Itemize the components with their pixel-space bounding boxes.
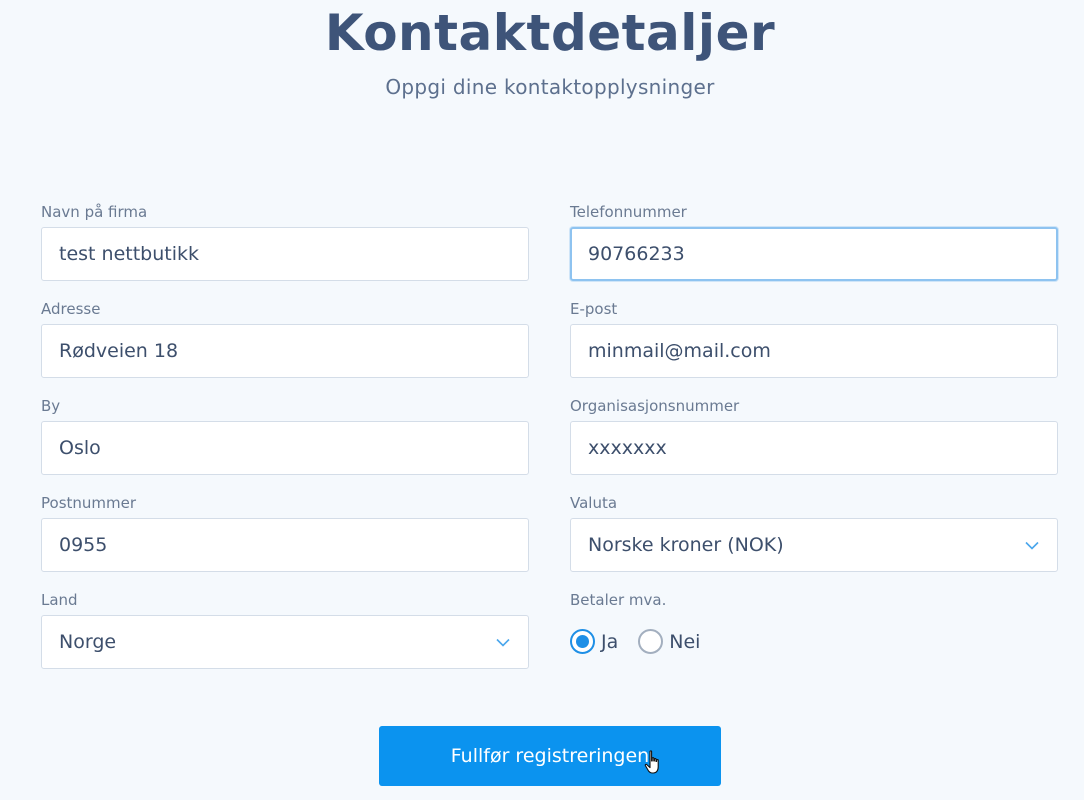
vat-option-yes-label: Ja bbox=[601, 630, 619, 653]
postcode-value: 0955 bbox=[59, 534, 108, 556]
page-title: Kontaktdetaljer bbox=[324, 4, 776, 62]
phone-input[interactable]: 90766233 bbox=[570, 227, 1058, 281]
chevron-down-icon bbox=[1024, 540, 1040, 550]
phone-value: 90766233 bbox=[588, 243, 685, 265]
currency-select[interactable]: Norske kroner (NOK) bbox=[570, 518, 1058, 572]
hand-pointer-icon bbox=[644, 750, 664, 776]
vat-option-no-label: Nei bbox=[669, 630, 701, 653]
org-number-input[interactable]: xxxxxxx bbox=[570, 421, 1058, 475]
country-selected-value: Norge bbox=[59, 631, 117, 653]
chevron-down-icon bbox=[495, 637, 511, 647]
vat-radio-group: Ja Nei bbox=[570, 629, 720, 654]
city-input[interactable]: Oslo bbox=[41, 421, 529, 475]
city-label: By bbox=[41, 397, 61, 415]
radio-checked-icon[interactable] bbox=[570, 629, 595, 654]
org-number-label: Organisasjonsnummer bbox=[570, 397, 740, 415]
email-input[interactable]: minmail@mail.com bbox=[570, 324, 1058, 378]
org-number-value: xxxxxxx bbox=[588, 437, 667, 459]
company-name-label: Navn på firma bbox=[41, 203, 148, 221]
vat-option-no[interactable]: Nei bbox=[638, 629, 700, 654]
email-label: E-post bbox=[570, 300, 618, 318]
email-value: minmail@mail.com bbox=[588, 340, 771, 362]
currency-selected-value: Norske kroner (NOK) bbox=[588, 534, 784, 556]
address-input[interactable]: Rødveien 18 bbox=[41, 324, 529, 378]
country-label: Land bbox=[41, 591, 78, 609]
phone-label: Telefonnummer bbox=[570, 203, 687, 221]
contact-details-page: Kontaktdetaljer Oppgi dine kontaktopplys… bbox=[0, 0, 1084, 800]
company-name-value: test nettbutikk bbox=[59, 243, 199, 265]
company-name-input[interactable]: test nettbutikk bbox=[41, 227, 529, 281]
page-subtitle: Oppgi dine kontaktopplysninger bbox=[385, 75, 715, 99]
vat-option-yes[interactable]: Ja bbox=[570, 629, 618, 654]
postcode-input[interactable]: 0955 bbox=[41, 518, 529, 572]
city-value: Oslo bbox=[59, 437, 101, 459]
currency-label: Valuta bbox=[570, 494, 618, 512]
radio-unchecked-icon[interactable] bbox=[638, 629, 664, 654]
vat-label: Betaler mva. bbox=[570, 591, 667, 609]
postcode-label: Postnummer bbox=[41, 494, 137, 512]
address-label: Adresse bbox=[41, 300, 101, 318]
country-select[interactable]: Norge bbox=[41, 615, 529, 669]
complete-registration-button[interactable]: Fullfør registreringen bbox=[379, 726, 721, 786]
radio-dot bbox=[576, 635, 589, 648]
address-value: Rødveien 18 bbox=[59, 340, 179, 362]
